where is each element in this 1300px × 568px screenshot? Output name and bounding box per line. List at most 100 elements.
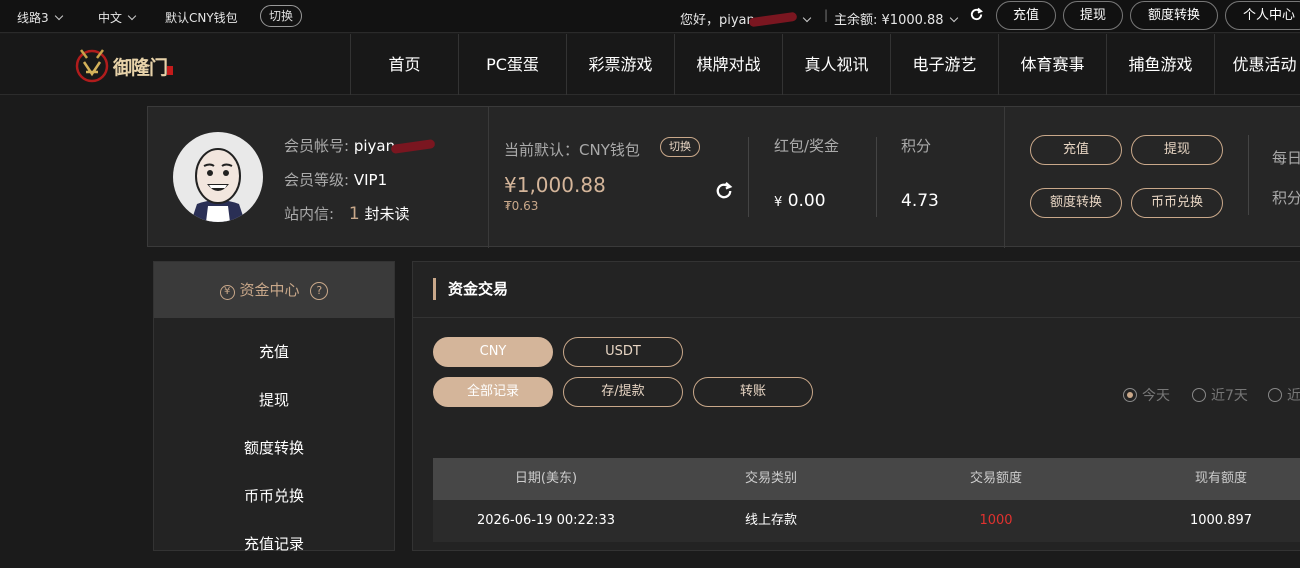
nav-card-games[interactable]: 棋牌对战: [674, 34, 782, 95]
main-content: 资金交易 CNY USDT 全部记录 存/提款 转账 今天 近7天 近 日期(美…: [412, 261, 1300, 551]
level-row: 会员等级: VIP1: [284, 169, 387, 190]
user-greeting[interactable]: 您好，piyan: [680, 9, 812, 28]
member-info-panel: 会员帐号: piyan 会员等级: VIP1 站内信: 1 封未读 当前默认：C…: [147, 106, 1300, 248]
default-wallet-label: 默认CNY钱包: [165, 11, 238, 25]
mail-row[interactable]: 站内信: 1 封未读: [284, 203, 409, 224]
bonus-value: 0.00: [787, 191, 826, 211]
refresh-icon[interactable]: [969, 7, 984, 22]
nav-home[interactable]: 首页: [350, 34, 458, 95]
account-row: 会员帐号: piyan: [284, 135, 436, 156]
table-cell-type: 线上存款: [744, 513, 797, 528]
greeting-text: 您好，piyan: [680, 13, 755, 28]
divider: [748, 137, 749, 217]
mail-unit: 封未读: [364, 205, 410, 223]
sidebar-item-withdraw[interactable]: 提现: [154, 376, 394, 424]
withdraw-button[interactable]: 提现: [1131, 135, 1223, 165]
mail-label: 站内信:: [284, 205, 335, 223]
nav-sports[interactable]: 体育赛事: [998, 34, 1106, 95]
transfer-button[interactable]: 额度转换: [1130, 1, 1218, 30]
column-header: 日期(美东): [514, 471, 578, 486]
level-value: VIP1: [353, 171, 388, 189]
account-label: 会员帐号:: [284, 137, 350, 155]
deposit-button[interactable]: 充值: [1030, 135, 1122, 165]
nav-pc-dandan[interactable]: PC蛋蛋: [458, 34, 566, 95]
bonus-label: 红包/奖金: [774, 137, 840, 155]
sidebar: ¥ 资金中心 ? 充值 提现 额度转换 币币兑换 充值记录: [153, 261, 395, 553]
wallet-amount: ¥1,000.88: [504, 173, 606, 197]
bonus-value-row: ¥ 0.00: [774, 191, 826, 211]
main-nav: 御隆门 首页 PC蛋蛋 彩票游戏 棋牌对战 真人视讯 电子游艺 体育赛事 捕鱼游…: [0, 34, 1300, 95]
tab-deposit-withdraw[interactable]: 存/提款: [563, 377, 683, 407]
nav-promotions[interactable]: 优惠活动: [1214, 34, 1300, 95]
logo-text: 御隆门: [113, 57, 168, 79]
radio-icon: [1192, 388, 1206, 402]
filter-today[interactable]: 今天: [1123, 385, 1170, 405]
refresh-icon[interactable]: [714, 181, 734, 201]
coin-exchange-button[interactable]: 币币兑换: [1131, 188, 1223, 218]
tab-all-records[interactable]: 全部记录: [433, 377, 553, 407]
mail-count: 1: [348, 204, 360, 224]
redaction-mark: [748, 11, 798, 28]
avatar[interactable]: [173, 132, 263, 222]
language-select-label: 中文: [98, 11, 123, 25]
help-icon[interactable]: ?: [310, 282, 329, 300]
chevron-down-icon: [802, 13, 812, 23]
filter-7days-label: 近7天: [1211, 388, 1248, 404]
language-select[interactable]: 中文: [98, 9, 137, 26]
site-logo[interactable]: 御隆门: [75, 44, 175, 84]
deposit-button[interactable]: 充值: [996, 1, 1056, 30]
chevron-down-icon: [949, 13, 958, 23]
radio-icon: [1268, 388, 1282, 402]
redaction-mark: [390, 138, 436, 155]
nav-slots[interactable]: 电子游艺: [890, 34, 998, 95]
filter-7days[interactable]: 近7天: [1192, 385, 1248, 405]
page-title: 资金交易: [433, 278, 508, 300]
sidebar-item-coin-exchange[interactable]: 币币兑换: [154, 472, 394, 520]
tab-cny[interactable]: CNY: [433, 337, 553, 367]
sidebar-title: 资金中心: [239, 281, 300, 299]
table-cell-amount: 1000: [979, 513, 1013, 528]
sidebar-header: ¥ 资金中心 ?: [154, 262, 394, 318]
bonus-currency-symbol: ¥: [774, 195, 783, 210]
divider: |: [824, 8, 829, 22]
column-header: 现有额度: [1194, 471, 1247, 486]
filter-more-label: 近: [1287, 388, 1300, 404]
transfer-button[interactable]: 额度转换: [1030, 188, 1122, 218]
top-bar: 线路3 中文 默认CNY钱包 切换 您好，piyan | 主余额: ¥1000.…: [0, 0, 1300, 33]
daily-label: 每日: [1272, 149, 1300, 167]
wallet-switch-button[interactable]: 切换: [260, 5, 303, 27]
sidebar-item-deposit[interactable]: 充值: [154, 328, 394, 376]
balance-label: 主余额:: [834, 13, 878, 28]
filter-more[interactable]: 近: [1268, 385, 1300, 405]
table-row[interactable]: 2026-06-19 00:22:33 线上存款 1000 1000.897: [433, 500, 1300, 542]
level-label: 会员等级:: [284, 171, 350, 189]
balance-value: ¥1000.88: [881, 13, 944, 28]
divider: [413, 317, 1300, 318]
chevron-down-icon: [127, 11, 137, 21]
nav-fishing[interactable]: 捕鱼游戏: [1106, 34, 1214, 95]
main-balance[interactable]: 主余额: ¥1000.88: [834, 9, 958, 28]
wallet-switch-button[interactable]: 切换: [660, 137, 700, 157]
column-header: 交易类别: [744, 471, 797, 486]
chevron-down-icon: [54, 11, 63, 21]
tab-usdt[interactable]: USDT: [563, 337, 683, 367]
divider: [876, 137, 877, 217]
nav-lottery[interactable]: 彩票游戏: [566, 34, 674, 95]
filter-today-label: 今天: [1142, 388, 1170, 404]
line-select-label: 线路3: [17, 11, 49, 25]
points-value: 4.73: [901, 191, 939, 211]
logo-emblem-icon: [75, 49, 109, 83]
divider: [488, 107, 489, 248]
current-wallet-label: 当前默认：CNY钱包: [504, 141, 640, 159]
radio-selected-icon: [1123, 388, 1137, 402]
withdraw-button[interactable]: 提现: [1063, 1, 1123, 30]
sidebar-item-transfer[interactable]: 额度转换: [154, 424, 394, 472]
tab-transfer[interactable]: 转账: [693, 377, 813, 407]
line-select[interactable]: 线路3: [17, 9, 63, 26]
sidebar-item-deposit-records[interactable]: 充值记录: [154, 520, 394, 568]
personal-center-button[interactable]: 个人中心: [1225, 1, 1300, 30]
table-cell-balance: 1000.897: [1189, 513, 1253, 528]
nav-live-casino[interactable]: 真人视讯: [782, 34, 890, 95]
wallet-sub-amount: ₮0.63: [504, 199, 539, 213]
